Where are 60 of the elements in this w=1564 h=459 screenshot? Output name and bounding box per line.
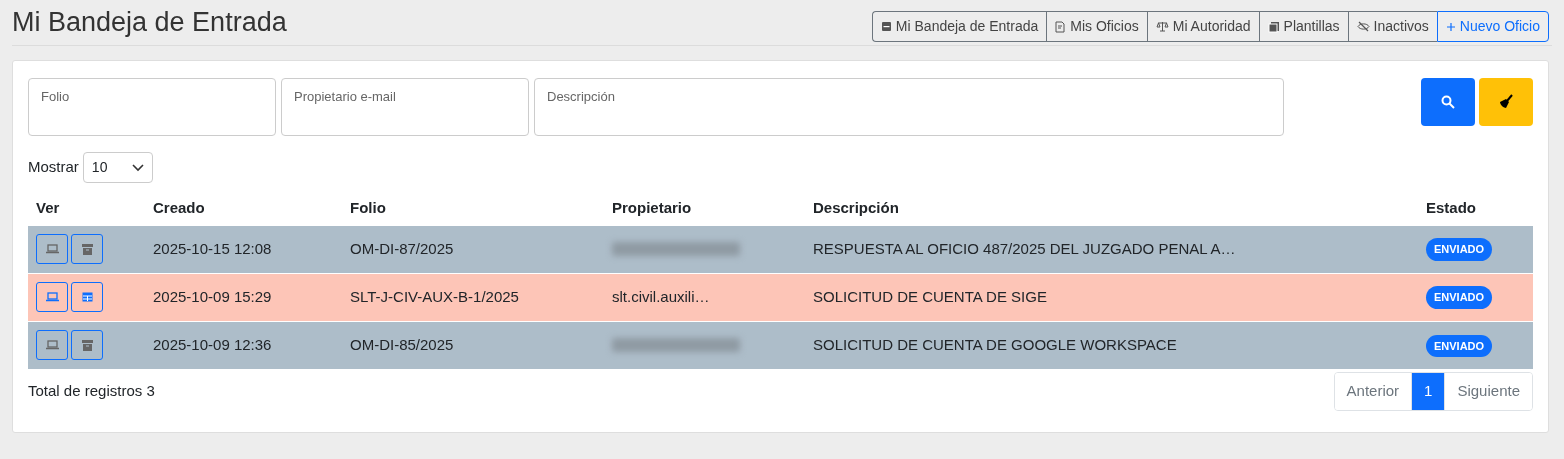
inbox-icon — [880, 21, 892, 32]
laptop-icon — [45, 292, 59, 302]
search-icon — [1441, 95, 1455, 109]
status-badge: ENVIADO — [1426, 334, 1493, 357]
page-title: Mi Bandeja de Entrada — [12, 6, 287, 40]
nav-button[interactable]: Inactivos — [1347, 11, 1437, 42]
column-header: Propietario — [611, 197, 693, 218]
table-cell: OM-DI-87/2025 — [350, 239, 454, 257]
table-cell: SLT-J-CIV-AUX-B-1/2025 — [350, 287, 519, 305]
status-badge: ENVIADO — [1426, 238, 1493, 261]
view-button[interactable] — [36, 234, 68, 264]
nav-button[interactable]: Mis Oficios — [1046, 11, 1147, 42]
laptop-icon — [45, 244, 59, 254]
column-header: Descripción — [812, 197, 900, 218]
column-header: Creado — [152, 197, 206, 218]
plus-icon — [1445, 21, 1456, 32]
filter-field[interactable]: Propietario e-mail — [281, 78, 529, 136]
table-cell: OM-DI-85/2025 — [350, 336, 454, 353]
table-cell: 2025-10-09 12:36 — [153, 336, 272, 353]
clear-button[interactable] — [1479, 78, 1533, 126]
chevron-down-icon — [131, 163, 144, 172]
table-cell: RESPUESTA AL OFICIO 487/2025 DEL JUZGADO PENAL A… — [813, 239, 1236, 257]
page-size-select[interactable]: 10 — [82, 152, 153, 183]
nav-button[interactable]: Mi Bandeja de Entrada — [871, 11, 1047, 42]
nav-button[interactable]: Mi Autoridad — [1146, 11, 1259, 42]
archive-icon — [81, 243, 93, 255]
table-row[interactable]: 2025-10-09 15:29 SLT-J-CIV-AUX-B-1/2025 slt.civil.auxili… SOLICITUD DE CUENTA DE SIGE ENVIADO — [28, 273, 1533, 321]
total-records: Total de registros 3 — [28, 381, 155, 402]
laptop-icon — [45, 340, 59, 351]
table-row[interactable]: 2025-10-09 12:36 OM-DI-85/2025 SOLICITUD DE CUENTA DE GOOGLE WORKSPACE ENVIADO — [28, 321, 1533, 369]
archive-button[interactable] — [71, 330, 103, 361]
document-icon — [1055, 20, 1067, 33]
show-label: Mostrar — [28, 157, 79, 178]
column-header: Ver — [35, 197, 61, 218]
eye-off-icon — [1356, 21, 1370, 32]
column-header: Folio — [349, 197, 387, 218]
table-icon — [81, 292, 93, 302]
page-button[interactable]: 1 — [1411, 373, 1445, 410]
nav-button[interactable]: Nuevo Oficio — [1436, 11, 1549, 42]
table-cell: 2025-10-15 12:08 — [153, 239, 272, 257]
table-row[interactable]: 2025-10-15 12:08 OM-DI-87/2025 RESPUESTA AL OFICIO 487/2025 DEL JUZGADO PENAL A… ENVIADO — [28, 225, 1533, 273]
page-button[interactable]: Siguiente — [1444, 373, 1532, 410]
nav-button[interactable]: Plantillas — [1258, 11, 1348, 42]
copies-icon — [1267, 20, 1280, 33]
table-cell: 2025-10-09 15:29 — [153, 287, 272, 305]
select-value: 10 — [91, 158, 108, 177]
filter-field[interactable]: Descripción — [534, 78, 1284, 136]
scale-icon — [1155, 21, 1169, 32]
table-cell: slt.civil.auxili… — [612, 287, 710, 305]
table-button[interactable] — [71, 282, 103, 312]
column-header: Estado — [1425, 197, 1477, 218]
status-badge: ENVIADO — [1426, 286, 1493, 309]
filter-field[interactable]: Folio — [28, 78, 276, 136]
archive-button[interactable] — [71, 234, 103, 264]
table-cell: SOLICITUD DE CUENTA DE SIGE — [813, 287, 1047, 305]
view-button[interactable] — [36, 282, 68, 312]
table-cell: SOLICITUD DE CUENTA DE GOOGLE WORKSPACE — [813, 336, 1177, 353]
view-button[interactable] — [36, 330, 68, 361]
broom-icon — [1498, 94, 1514, 110]
archive-icon — [81, 339, 93, 351]
